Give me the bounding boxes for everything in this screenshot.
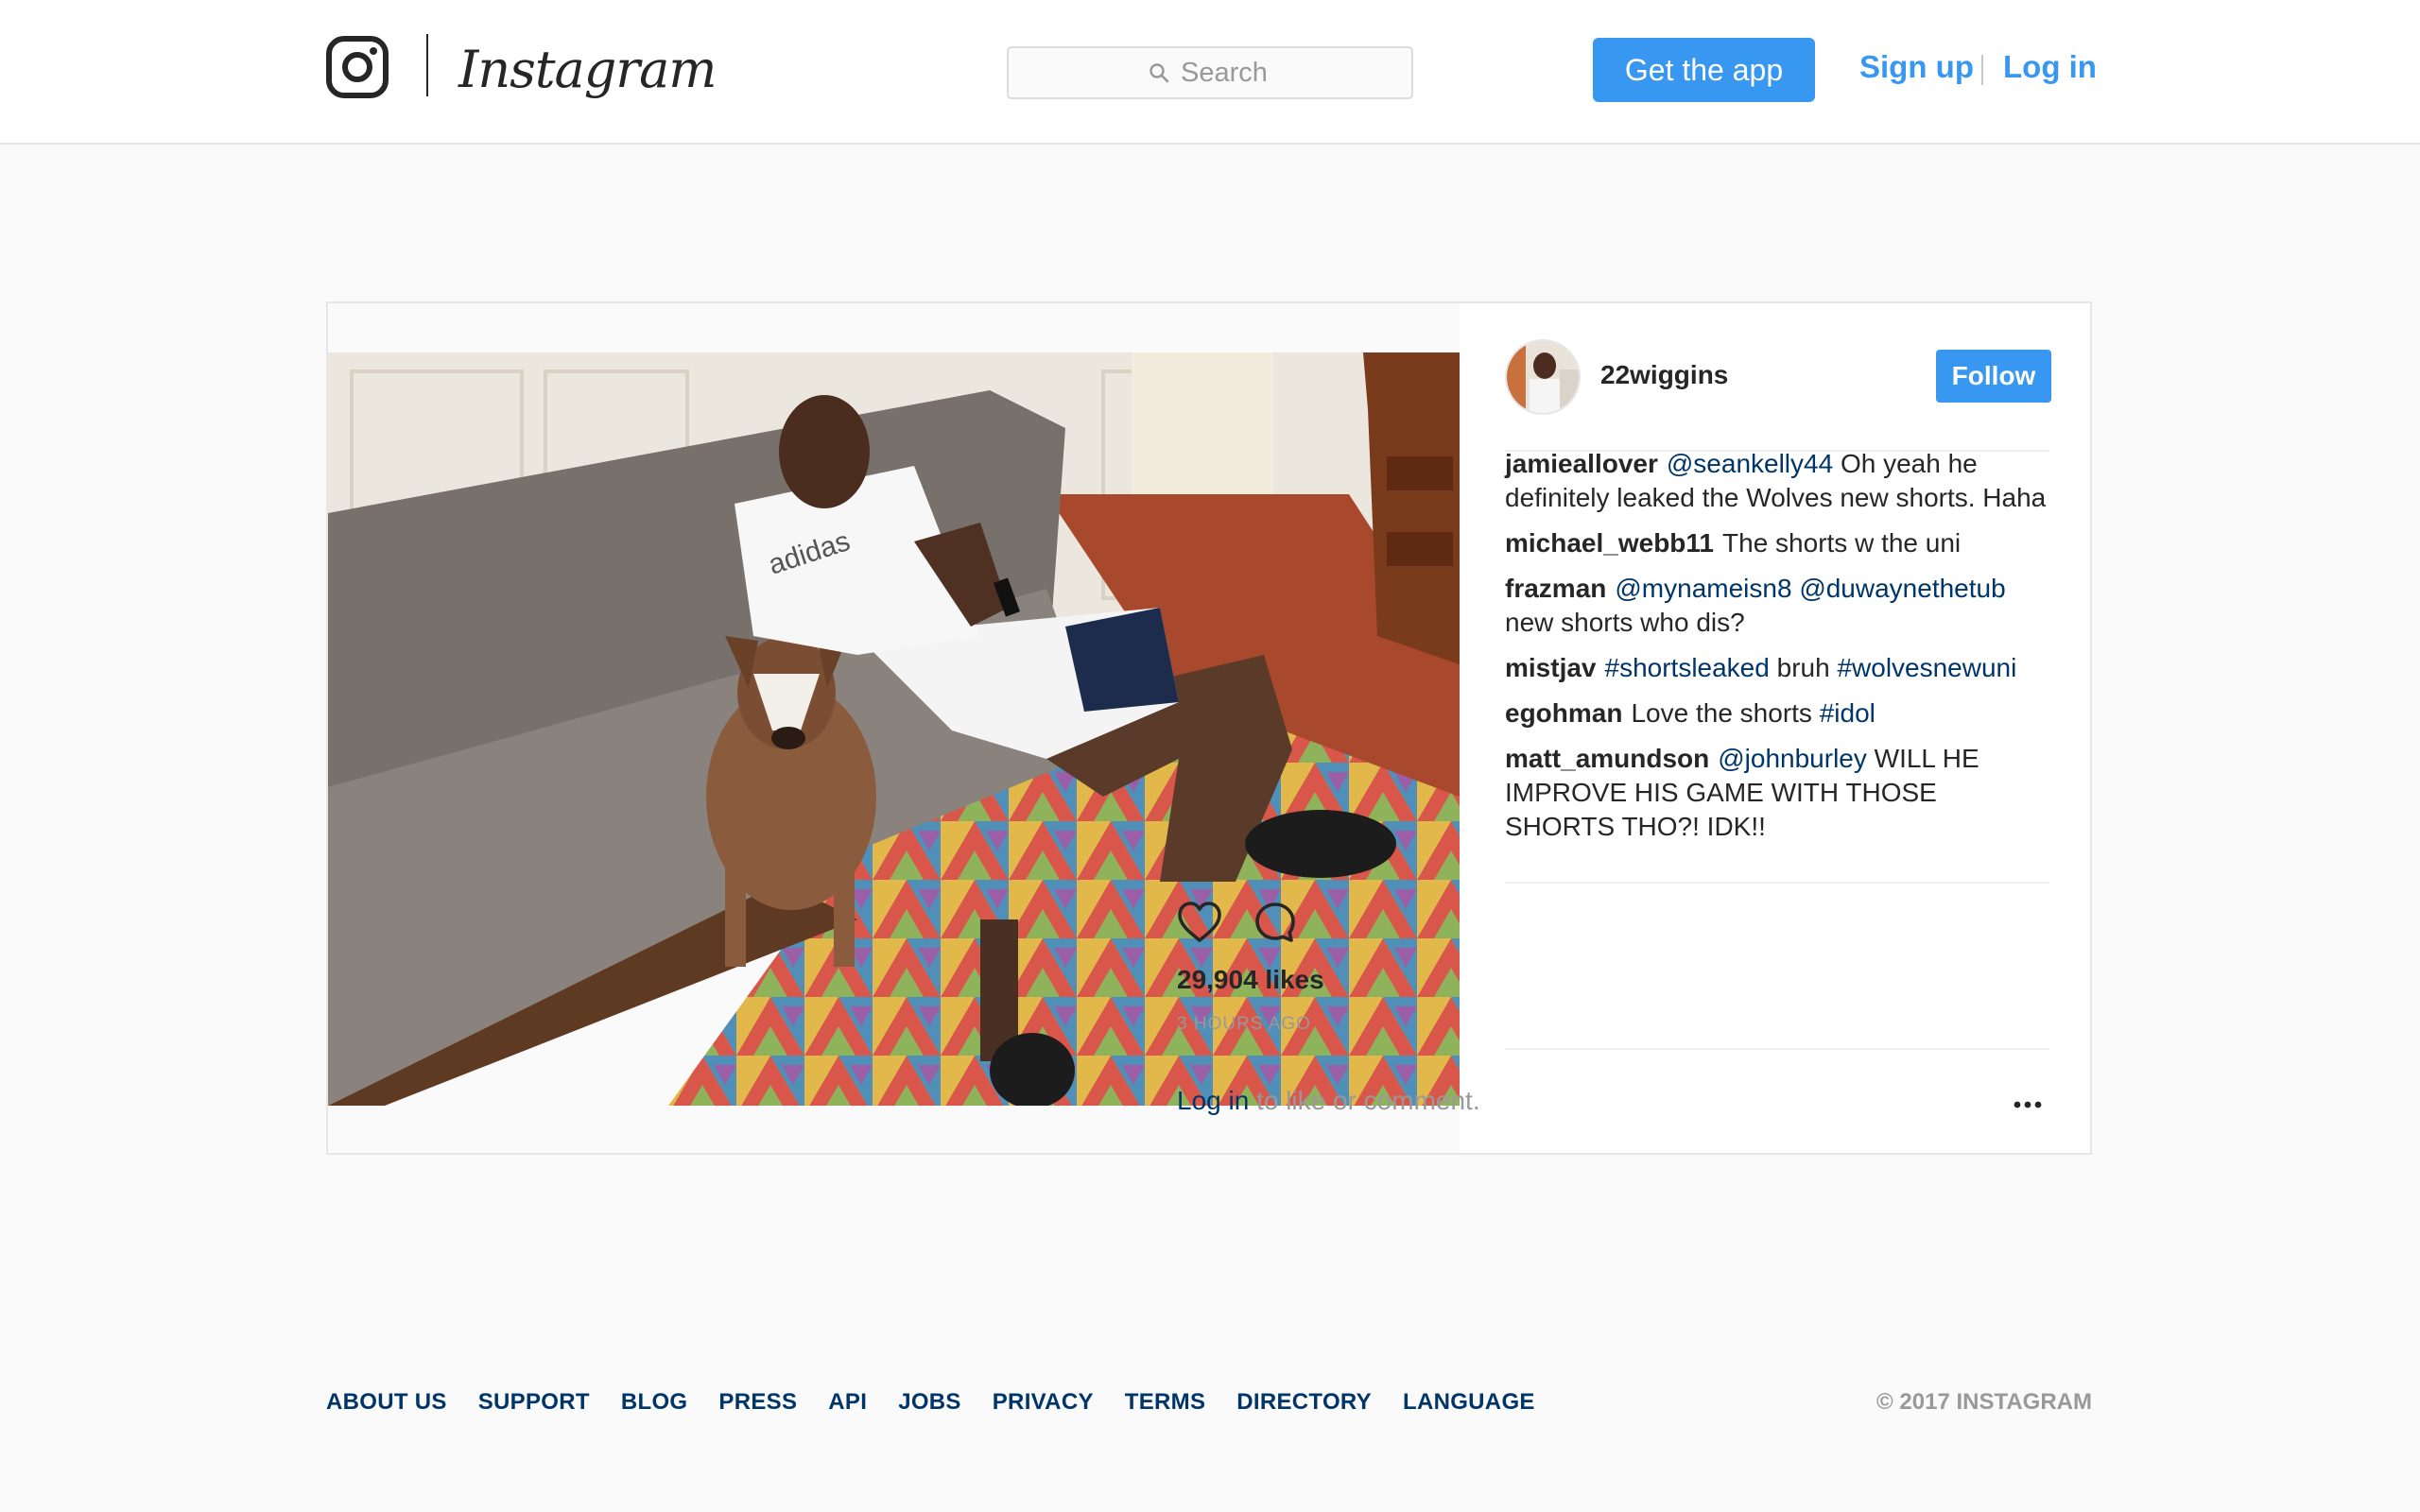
auth-separator: [1981, 55, 1983, 85]
comment-text: bruh: [1769, 653, 1838, 682]
post-author-username[interactable]: 22wiggins: [1600, 360, 1728, 390]
footer-link-directory[interactable]: DIRECTORY: [1236, 1389, 1372, 1416]
instagram-wordmark-logo[interactable]: Instagram: [458, 32, 717, 108]
comment-item: mistjav #shortsleaked bruh #wolvesnewuni: [1505, 651, 2049, 685]
comment-item: matt_amundson @johnburley WILL HE IMPROVE…: [1505, 742, 2049, 844]
post-header: 22wiggins Follow: [1505, 339, 2051, 417]
comment-text: The shorts w the uni: [1722, 528, 1962, 558]
footer-link-privacy[interactable]: PRIVACY: [993, 1389, 1094, 1416]
comment-username[interactable]: michael_webb11: [1505, 528, 1714, 558]
likes-count[interactable]: 29,904 likes: [1177, 965, 1324, 995]
hashtag-link[interactable]: #idol: [1820, 698, 1876, 728]
comment-username[interactable]: jamieallover: [1505, 449, 1658, 478]
divider: [1505, 882, 2049, 884]
comment-username[interactable]: matt_amundson: [1505, 744, 1709, 773]
mention-link[interactable]: @duwaynethetub: [1799, 574, 2005, 603]
post-sidebar: 22wiggins Follow jamieallover @seankelly4…: [1505, 303, 2051, 1153]
instagram-glyph-icon[interactable]: [326, 36, 389, 98]
more-options-icon[interactable]: [2012, 1094, 2044, 1115]
top-navigation-bar: Instagram Get the app Sign up Log in: [0, 0, 2420, 145]
post-timestamp[interactable]: 3 HOURS AGO: [1177, 1014, 1311, 1035]
logo-divider: [426, 34, 428, 96]
footer-link-press[interactable]: PRESS: [718, 1389, 797, 1416]
footer-link-api[interactable]: API: [828, 1389, 867, 1416]
mention-link[interactable]: @seankelly44: [1667, 449, 1833, 478]
footer-link-terms[interactable]: TERMS: [1125, 1389, 1206, 1416]
copyright-text: © 2017 INSTAGRAM: [1876, 1389, 2092, 1415]
sign-up-link[interactable]: Sign up: [1859, 49, 1974, 85]
footer-link-support[interactable]: SUPPORT: [478, 1389, 590, 1416]
comment-username[interactable]: frazman: [1505, 574, 1606, 603]
divider: [1505, 1048, 2049, 1050]
log-in-link[interactable]: Log in: [2003, 49, 2097, 85]
mention-link[interactable]: @johnburley: [1718, 744, 1867, 773]
footer-link-blog[interactable]: BLOG: [621, 1389, 688, 1416]
footer-link-language[interactable]: LANGUAGE: [1403, 1389, 1535, 1416]
avatar[interactable]: [1505, 339, 1581, 415]
get-the-app-button[interactable]: Get the app: [1593, 38, 1815, 102]
comment-item: jamieallover @seankelly44 Oh yeah he defi…: [1505, 447, 2049, 515]
footer-link-about-us[interactable]: ABOUT US: [326, 1389, 447, 1416]
search-icon: [1150, 63, 1169, 83]
search-box[interactable]: [1007, 46, 1413, 99]
follow-button[interactable]: Follow: [1936, 350, 2051, 403]
hashtag-link[interactable]: #shortsleaked: [1605, 653, 1770, 682]
comment-icon[interactable]: [1253, 901, 1297, 944]
search-input[interactable]: [1181, 57, 1271, 89]
comment-username[interactable]: mistjav: [1505, 653, 1597, 682]
hashtag-link[interactable]: #wolvesnewuni: [1837, 653, 2016, 682]
log-in-comment-link[interactable]: Log in: [1177, 1086, 1249, 1115]
comment-item: egohman Love the shorts #idol: [1505, 696, 2049, 730]
comment-item: frazman @mynameisn8 @duwaynethetub new sh…: [1505, 572, 2049, 640]
login-prompt-suffix: to like or comment.: [1249, 1086, 1480, 1115]
mention-link[interactable]: @mynameisn8: [1615, 574, 1791, 603]
comment-text: Love the shorts: [1631, 698, 1820, 728]
login-to-comment-prompt: Log in to like or comment.: [1177, 1086, 1480, 1116]
comments-list: jamieallover @seankelly44 Oh yeah he defi…: [1505, 447, 2049, 855]
heart-icon[interactable]: [1177, 901, 1222, 944]
footer-link-jobs[interactable]: JOBS: [898, 1389, 961, 1416]
comment-username[interactable]: egohman: [1505, 698, 1622, 728]
comment-text: new shorts who dis?: [1505, 608, 1745, 637]
comment-item: michael_webb11 The shorts w the uni: [1505, 526, 2049, 560]
footer-navigation: ABOUT US SUPPORT BLOG PRESS API JOBS PRIVACY TE…: [326, 1389, 1535, 1416]
